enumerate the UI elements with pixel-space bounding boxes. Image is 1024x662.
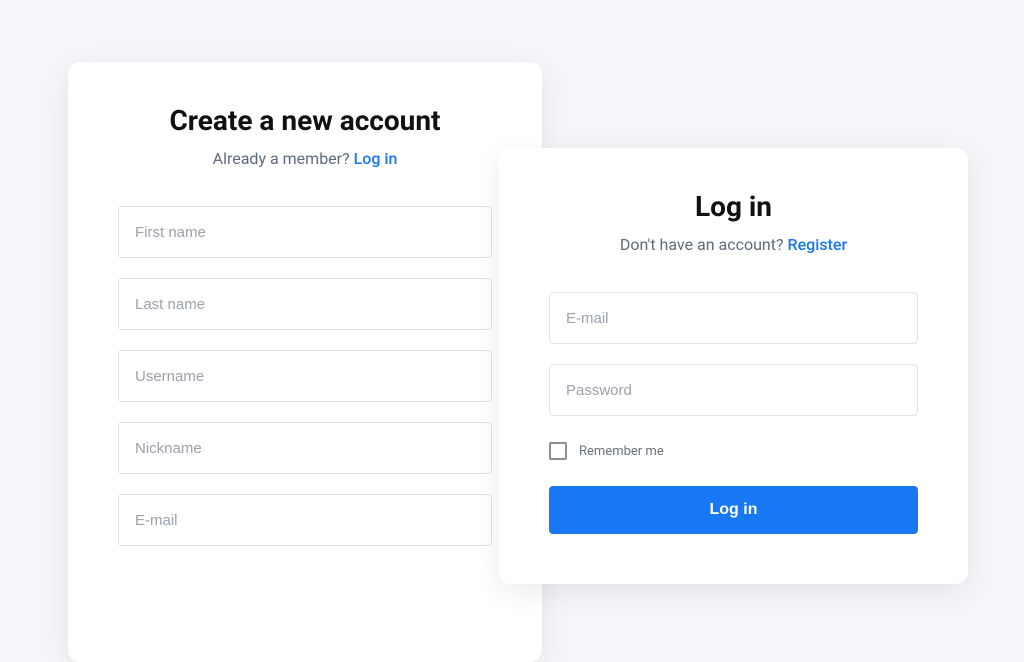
register-link[interactable]: Register [788,235,848,254]
last-name-field[interactable] [118,278,492,330]
login-password-field[interactable] [549,364,918,416]
login-subtitle: Don't have an account? Register [549,235,918,254]
signup-title: Create a new account [118,104,492,137]
signup-subtitle: Already a member? Log in [118,149,492,168]
remember-me-checkbox[interactable] [549,442,567,460]
signup-form [118,206,492,546]
login-link[interactable]: Log in [354,149,398,168]
login-subtitle-text: Don't have an account? [620,235,788,254]
nickname-field[interactable] [118,422,492,474]
first-name-field[interactable] [118,206,492,258]
remember-me-label: Remember me [579,444,664,459]
login-card: Log in Don't have an account? Register R… [499,148,968,584]
signup-subtitle-text: Already a member? [213,149,354,168]
username-field[interactable] [118,350,492,402]
email-field[interactable] [118,494,492,546]
login-title: Log in [549,190,918,223]
login-email-field[interactable] [549,292,918,344]
login-submit-button[interactable]: Log in [549,486,918,534]
remember-me-row: Remember me [549,442,918,460]
signup-card: Create a new account Already a member? L… [68,62,542,662]
login-form: Remember me Log in [549,292,918,534]
